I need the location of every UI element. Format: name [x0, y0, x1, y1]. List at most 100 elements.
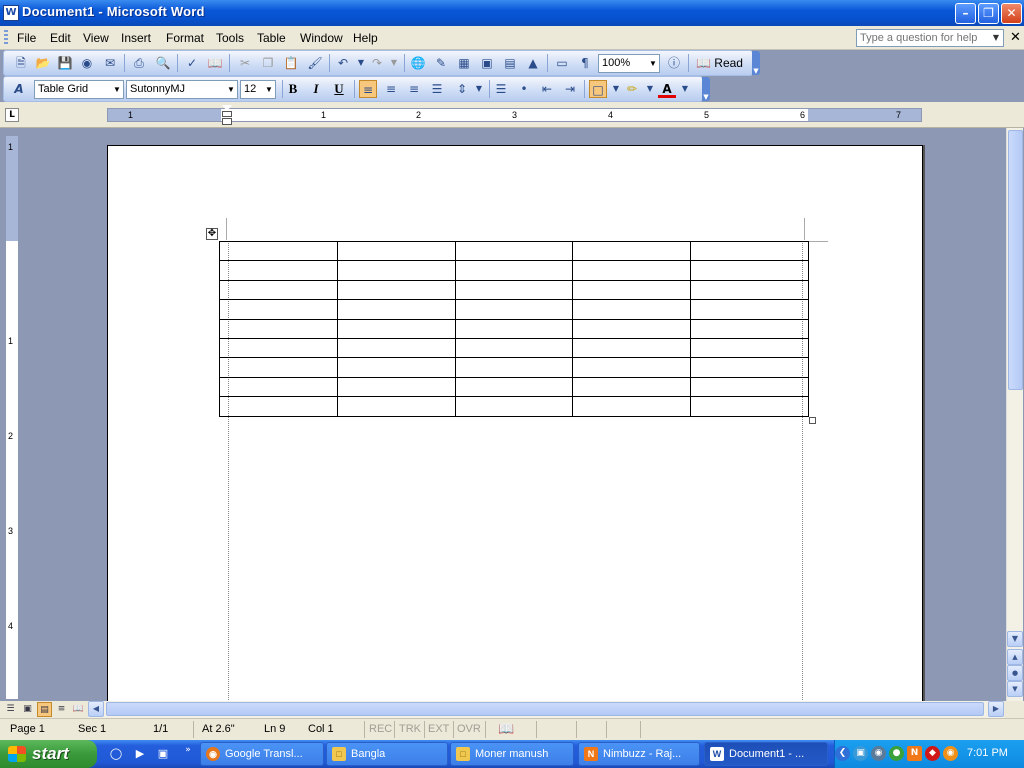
style-combo[interactable]: Table Grid ▼ — [34, 80, 124, 99]
taskbar-item-nimbuzz[interactable]: N Nimbuzz - Raj... — [578, 742, 700, 766]
email-icon[interactable]: ✉ — [101, 54, 119, 72]
vertical-scrollbar[interactable]: ▼ ▲ ● ▼ — [1006, 128, 1023, 701]
font-combo[interactable]: SutonnyMJ ▼ — [126, 80, 238, 99]
tray-app-icon[interactable]: ● — [889, 746, 904, 761]
document-map-icon[interactable]: ▭ — [553, 54, 571, 72]
table-cell[interactable] — [336, 240, 456, 262]
format-painter-icon[interactable]: 🖌 — [306, 54, 324, 72]
permission-icon[interactable]: ◉ — [78, 54, 96, 72]
styles-formatting-icon[interactable]: A — [10, 80, 28, 98]
cut-icon[interactable]: ✂ — [236, 54, 254, 72]
highlight-icon[interactable]: ✏ — [623, 80, 641, 98]
menu-file[interactable]: File — [17, 31, 36, 45]
columns-icon[interactable]: ▤ — [501, 54, 519, 72]
start-button[interactable]: start — [0, 740, 97, 768]
scroll-right-icon[interactable]: ▶ — [988, 701, 1004, 717]
menu-format[interactable]: Format — [166, 31, 204, 45]
table-cell[interactable] — [336, 279, 456, 301]
table-cell[interactable] — [454, 299, 574, 320]
vertical-scroll-thumb[interactable] — [1008, 130, 1023, 390]
table-cell[interactable] — [336, 260, 456, 281]
menu-table[interactable]: Table — [257, 31, 286, 45]
table-cell[interactable] — [336, 376, 456, 398]
table-cell[interactable] — [219, 337, 338, 359]
toolbar-options-icon[interactable]: ▼ — [752, 51, 760, 75]
nimbuzz-tray-icon[interactable]: N — [907, 746, 922, 761]
menu-edit[interactable]: Edit — [50, 31, 71, 45]
table-cell[interactable] — [572, 357, 692, 378]
normal-view-icon[interactable]: ☰ — [3, 702, 18, 717]
media-player-icon[interactable]: ▶ — [132, 746, 148, 762]
document-table[interactable] — [219, 240, 809, 417]
menu-insert[interactable]: Insert — [121, 31, 151, 45]
close-button[interactable]: ✕ — [1001, 3, 1022, 24]
table-cell[interactable] — [336, 396, 456, 417]
tray-app-icon[interactable]: ◉ — [943, 746, 958, 761]
insert-excel-icon[interactable]: ▣ — [478, 54, 496, 72]
research-icon[interactable]: 📖 — [206, 54, 224, 72]
internet-explorer-icon[interactable]: ◯ — [108, 746, 124, 762]
align-center-button[interactable]: ≡ — [382, 80, 400, 98]
table-cell[interactable] — [690, 279, 809, 301]
status-ext[interactable]: EXT — [428, 723, 449, 735]
table-cell[interactable] — [219, 240, 338, 262]
table-cell[interactable] — [454, 240, 574, 262]
chevron-down-icon[interactable]: ▼ — [647, 55, 659, 72]
new-document-icon[interactable]: 🗎 — [12, 54, 30, 72]
increase-indent-icon[interactable]: ⇥ — [561, 80, 579, 98]
chevron-down-icon[interactable]: ▼ — [990, 31, 1002, 45]
horizontal-scrollbar[interactable]: ◀ ▶ — [88, 701, 1004, 718]
table-cell[interactable] — [690, 376, 809, 398]
reading-layout-icon[interactable]: 📖 — [71, 702, 86, 717]
table-cell[interactable] — [219, 376, 338, 398]
table-cell[interactable] — [572, 376, 692, 398]
table-cell[interactable] — [219, 279, 338, 301]
document-close-icon[interactable]: ✕ — [1010, 30, 1021, 45]
table-cell[interactable] — [454, 260, 574, 281]
table-cell[interactable] — [219, 260, 338, 281]
chevron-down-icon[interactable]: ▼ — [263, 81, 275, 98]
line-spacing-icon[interactable]: ⇕ — [453, 80, 471, 98]
hyperlink-icon[interactable]: 🌐 — [409, 54, 427, 72]
table-cell[interactable] — [690, 260, 809, 281]
italic-button[interactable]: I — [307, 80, 325, 98]
menu-grip[interactable] — [4, 30, 8, 46]
justify-button[interactable]: ☰ — [428, 80, 446, 98]
print-layout-icon[interactable]: ▤ — [37, 702, 52, 717]
table-cell[interactable] — [690, 240, 809, 262]
taskbar-item-google-translate[interactable]: ◉ Google Transl... — [200, 742, 324, 766]
menu-view[interactable]: View — [83, 31, 109, 45]
table-cell[interactable] — [572, 337, 692, 359]
table-cell[interactable] — [572, 299, 692, 320]
spelling-icon[interactable]: ✓ — [183, 54, 201, 72]
table-cell[interactable] — [454, 357, 574, 378]
print-icon[interactable]: ⎙ — [130, 54, 148, 72]
status-trk[interactable]: TRK — [399, 723, 421, 735]
table-cell[interactable] — [572, 318, 692, 339]
copy-icon[interactable]: ❐ — [259, 54, 277, 72]
numbering-icon[interactable]: ☰ — [492, 80, 510, 98]
save-icon[interactable]: 💾 — [56, 54, 74, 72]
spelling-status-icon[interactable]: 📖 — [498, 721, 514, 737]
word-app-icon[interactable]: W — [3, 5, 19, 21]
toolbar-options-icon[interactable]: ▼ — [702, 77, 710, 101]
table-cell[interactable] — [219, 299, 338, 320]
scroll-down-icon[interactable]: ▼ — [1007, 631, 1023, 647]
font-color-dropdown-icon[interactable]: ▼ — [676, 80, 694, 98]
undo-icon[interactable]: ↶ — [334, 54, 352, 72]
quick-launch-more-icon[interactable]: » — [180, 742, 196, 758]
table-cell[interactable] — [336, 337, 456, 359]
bullets-icon[interactable]: • — [515, 80, 533, 98]
scroll-left-icon[interactable]: ◀ — [88, 701, 104, 717]
table-move-handle-icon[interactable]: ✥ — [206, 228, 218, 240]
table-cell[interactable] — [690, 396, 809, 417]
table-cell[interactable] — [690, 318, 809, 339]
help-search-input[interactable] — [857, 30, 987, 46]
table-cell[interactable] — [690, 299, 809, 320]
font-color-button[interactable]: A — [658, 80, 676, 98]
font-size-combo[interactable]: 12 ▼ — [240, 80, 276, 99]
tab-selector[interactable]: L — [5, 108, 19, 122]
table-resize-handle[interactable] — [809, 417, 816, 424]
select-browse-object-icon[interactable]: ● — [1007, 665, 1023, 681]
table-cell[interactable] — [336, 299, 456, 320]
